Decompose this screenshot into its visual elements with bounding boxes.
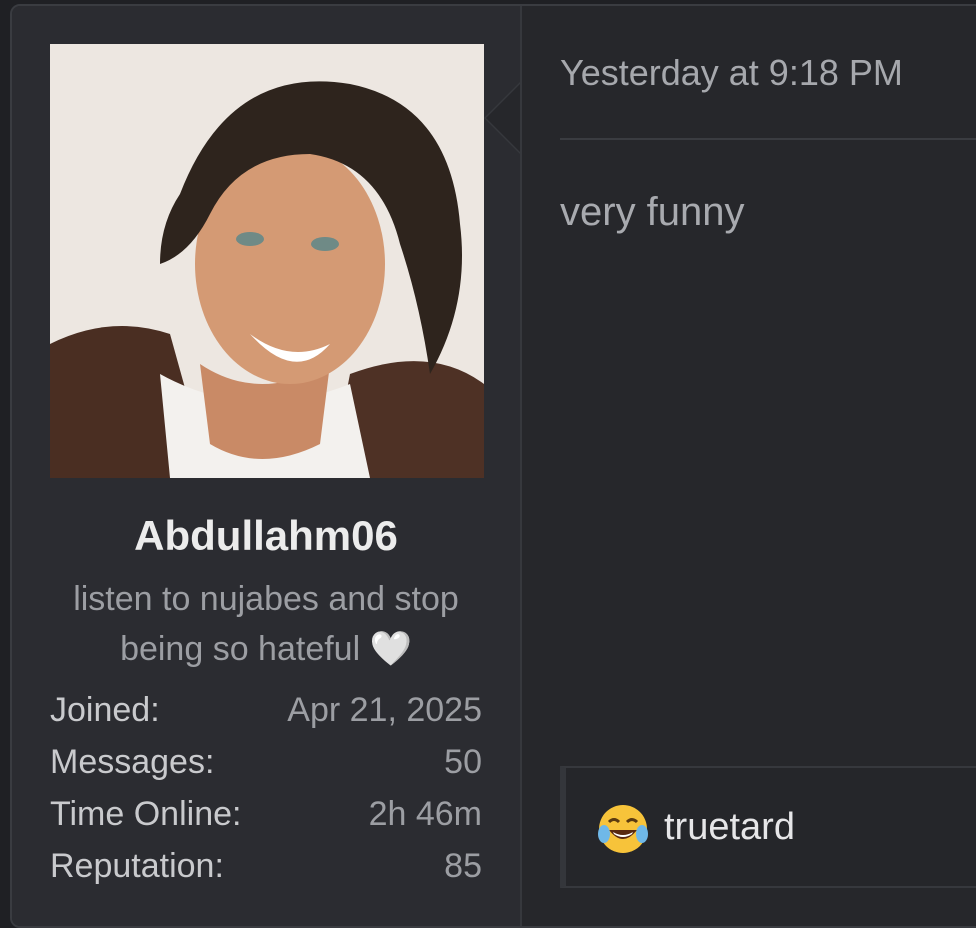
avatar[interactable]: [50, 44, 484, 478]
stat-row-messages: Messages: 50: [50, 736, 482, 788]
forum-post: Abdullahm06 listen to nujabes and stop b…: [10, 4, 976, 928]
post-message: very funny: [560, 190, 745, 234]
post-timestamp[interactable]: Yesterday at 9:18 PM: [560, 52, 903, 94]
stat-label: Reputation:: [50, 846, 224, 885]
post-content: Yesterday at 9:18 PM very funny truetard: [522, 6, 976, 926]
stat-label: Time Online:: [50, 794, 242, 833]
laughing-tears-emoji-icon: [598, 805, 648, 853]
stat-value: 2h 46m: [368, 794, 482, 833]
user-stats: Joined: Apr 21, 2025 Messages: 50 Time O…: [50, 684, 482, 892]
reaction-user-link[interactable]: truetard: [664, 806, 795, 849]
divider: [560, 138, 976, 140]
stat-row-reputation: Reputation: 85: [50, 840, 482, 892]
user-status: listen to nujabes and stop being so hate…: [42, 574, 490, 674]
status-line-2: being so hateful 🤍: [120, 630, 412, 668]
stat-row-joined: Joined: Apr 21, 2025: [50, 684, 482, 736]
user-info-panel: Abdullahm06 listen to nujabes and stop b…: [12, 6, 522, 926]
callout-arrow: [486, 84, 520, 152]
stat-value: 85: [444, 846, 482, 885]
username[interactable]: Abdullahm06: [12, 512, 520, 560]
stat-label: Messages:: [50, 742, 215, 781]
stat-value: 50: [444, 742, 482, 781]
stat-label: Joined:: [50, 690, 160, 729]
status-line-1: listen to nujabes and stop: [73, 580, 459, 618]
reactions-bar[interactable]: truetard: [560, 766, 976, 888]
stat-row-time-online: Time Online: 2h 46m: [50, 788, 482, 840]
stat-value: Apr 21, 2025: [287, 690, 482, 729]
avatar-image: [50, 44, 484, 478]
